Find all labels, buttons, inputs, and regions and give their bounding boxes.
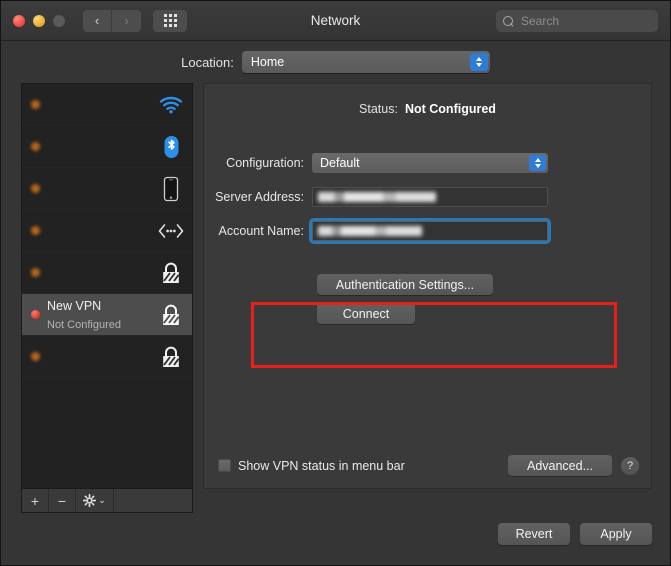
grid-icon	[163, 14, 177, 27]
authentication-settings-button[interactable]: Authentication Settings...	[317, 274, 493, 295]
network-service-list[interactable]: New VPN Not Configured	[21, 83, 193, 489]
show-vpn-status-checkbox[interactable]	[218, 459, 231, 472]
show-vpn-status-label: Show VPN status in menu bar	[238, 458, 405, 473]
service-row[interactable]	[22, 210, 192, 252]
chevron-down-icon: ⌄	[98, 495, 106, 505]
connect-button[interactable]: Connect	[317, 303, 415, 324]
sidebar-item-new-vpn[interactable]: New VPN Not Configured	[22, 294, 192, 336]
server-address-input[interactable]	[312, 187, 548, 207]
navigation-buttons: ‹ ›	[83, 9, 141, 32]
status-dot	[31, 142, 40, 151]
advanced-button[interactable]: Advanced...	[508, 455, 612, 476]
sidebar: New VPN Not Configured + − ⌄	[21, 83, 193, 513]
server-address-label: Server Address:	[215, 190, 304, 204]
content-area: New VPN Not Configured + − ⌄ Status: Not…	[1, 83, 670, 513]
close-button[interactable]	[13, 14, 25, 27]
vpn-lock-icon	[158, 343, 184, 371]
account-name-input[interactable]	[309, 218, 551, 244]
service-row[interactable]	[22, 168, 192, 210]
traffic-lights	[13, 14, 65, 27]
location-value: Home	[250, 55, 285, 69]
vpn-lock-icon	[158, 259, 184, 287]
status-dot	[31, 226, 40, 235]
service-name: New VPN	[47, 298, 102, 313]
network-preferences-window: ‹ › Network Location: Home	[0, 0, 671, 566]
remove-service-button[interactable]: −	[49, 489, 76, 512]
search-field[interactable]	[496, 10, 658, 32]
forward-button: ›	[112, 9, 141, 32]
minimize-button[interactable]	[33, 14, 45, 27]
gear-icon	[83, 494, 97, 507]
add-service-button[interactable]: +	[22, 489, 49, 512]
configuration-value: Default	[320, 156, 360, 170]
location-label: Location:	[181, 54, 234, 70]
service-actions-button[interactable]: ⌄	[76, 489, 114, 512]
chevron-updown-icon	[469, 53, 488, 71]
plus-icon: +	[30, 492, 40, 509]
status-dot	[31, 310, 40, 319]
configuration-label: Configuration:	[226, 156, 304, 170]
window-footer: Revert Apply	[1, 513, 670, 565]
service-row[interactable]	[22, 84, 192, 126]
location-popup-button[interactable]: Home	[241, 51, 490, 73]
chevron-updown-icon	[529, 155, 546, 171]
vpn-lock-icon	[158, 301, 184, 329]
window-titlebar: ‹ › Network	[1, 1, 670, 41]
show-all-button[interactable]	[153, 9, 187, 32]
service-row[interactable]	[22, 336, 192, 378]
status-dot	[31, 268, 40, 277]
back-button[interactable]: ‹	[83, 9, 112, 32]
service-list-toolbar: + − ⌄	[21, 489, 193, 513]
configuration-row: Configuration: Default	[204, 150, 651, 176]
account-name-row: Account Name:	[204, 218, 651, 244]
status-badge: Not Configured	[404, 102, 496, 116]
status-dot	[31, 184, 40, 193]
revert-button[interactable]: Revert	[498, 523, 570, 545]
iphone-icon	[158, 175, 184, 203]
help-button[interactable]: ?	[621, 456, 639, 475]
status-row: Status: Not Configured	[204, 102, 651, 116]
service-status: Not Configured	[47, 318, 121, 331]
status-dot	[31, 100, 40, 109]
search-icon	[503, 15, 514, 27]
status-label: Status:	[359, 102, 398, 116]
location-row: Location: Home	[1, 41, 670, 83]
account-name-value-redacted	[318, 226, 422, 236]
chevron-left-icon: ‹	[94, 13, 100, 28]
configuration-popup-button[interactable]: Default	[312, 153, 548, 173]
server-address-value-redacted	[318, 192, 436, 202]
server-address-row: Server Address:	[204, 184, 651, 210]
apply-button[interactable]: Apply	[580, 523, 652, 545]
minus-icon: −	[57, 492, 67, 509]
zoom-button	[53, 14, 65, 27]
chevron-right-icon: ›	[124, 13, 129, 28]
bluetooth-icon	[158, 133, 184, 161]
vpn-detail-panel: Status: Not Configured Configuration: De…	[203, 83, 652, 489]
detail-bottom-row: Show VPN status in menu bar Advanced... …	[218, 455, 639, 476]
service-row[interactable]	[22, 252, 192, 294]
wifi-icon	[158, 91, 184, 119]
service-row[interactable]	[22, 126, 192, 168]
thunderbolt-icon	[158, 217, 184, 245]
status-dot	[31, 352, 40, 361]
search-input[interactable]	[519, 13, 639, 29]
account-name-label: Account Name:	[218, 224, 304, 238]
